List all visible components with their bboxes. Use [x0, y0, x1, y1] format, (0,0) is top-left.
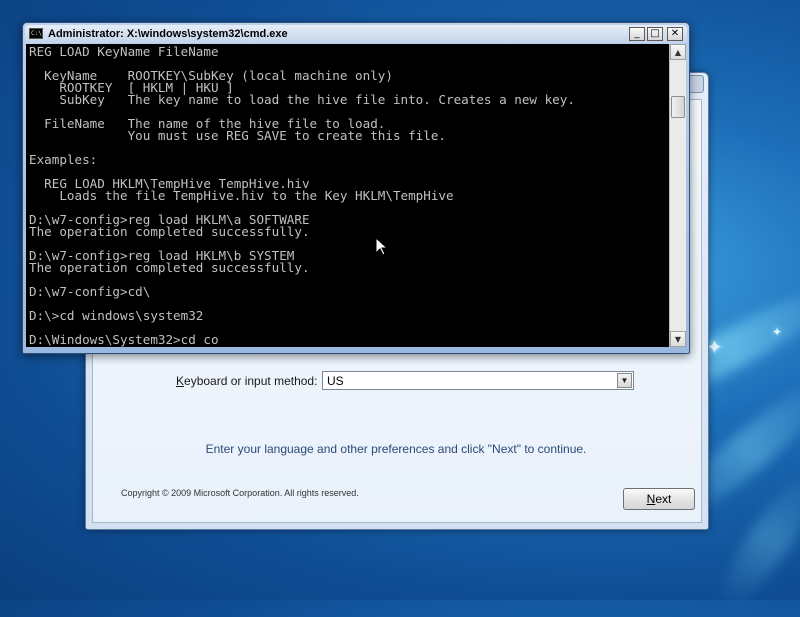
copyright-notice: Copyright © 2009 Microsoft Corporation. … [121, 488, 359, 498]
cmd-window[interactable]: C:\ Administrator: X:\windows\system32\c… [22, 22, 690, 354]
console-output[interactable]: REG LOAD KeyName FileName KeyName ROOTKE… [26, 44, 669, 347]
sparkle-icon: ✦ [772, 325, 783, 339]
window-title: Administrator: X:\windows\system32\cmd.e… [48, 28, 288, 40]
keyboard-input-value: US [327, 374, 344, 388]
setup-close-button[interactable] [688, 75, 704, 93]
cmd-titlebar[interactable]: C:\ Administrator: X:\windows\system32\c… [25, 25, 687, 43]
setup-instruction: Enter your language and other preference… [205, 442, 587, 456]
keyboard-input-label: Keyboard or input method: [176, 374, 317, 388]
scroll-up-icon[interactable]: ▲ [670, 44, 686, 60]
maximize-button[interactable]: □ [647, 27, 663, 41]
minimize-button[interactable]: _ [629, 27, 645, 41]
keyboard-input-select[interactable]: US ▼ [322, 371, 634, 390]
next-button[interactable]: Next [623, 488, 695, 510]
keyboard-label-text: eyboard or input method: [184, 374, 318, 388]
next-access-key: N [646, 492, 656, 506]
access-key: K [176, 374, 185, 388]
close-button[interactable]: ✕ [667, 27, 683, 41]
vertical-scrollbar[interactable]: ▲ ▼ [669, 44, 686, 347]
cmd-app-icon[interactable]: C:\ [29, 28, 43, 39]
chevron-down-icon[interactable]: ▼ [617, 373, 632, 388]
next-label: ext [655, 492, 672, 506]
console-text: REG LOAD KeyName FileName KeyName ROOTKE… [29, 44, 575, 347]
scroll-down-icon[interactable]: ▼ [670, 331, 686, 347]
scrollbar-thumb[interactable] [671, 96, 685, 118]
mouse-pointer-icon [375, 237, 389, 256]
